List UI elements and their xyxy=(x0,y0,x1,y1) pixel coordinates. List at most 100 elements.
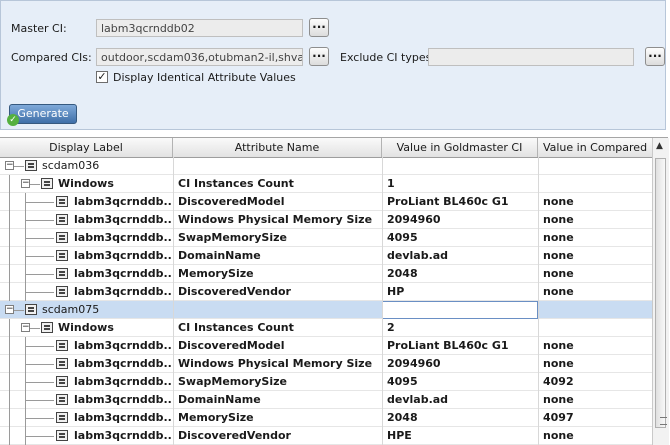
table-row[interactable]: labm3qcrnddb... Windows Physical Memory S… xyxy=(0,355,652,373)
tree-cell: labm3qcrnddb... xyxy=(0,373,173,391)
display-label: labm3qcrnddb... xyxy=(74,375,173,388)
display-label: Windows xyxy=(58,321,114,334)
goldmaster-value-cell: 2048 xyxy=(387,411,418,424)
attribute-name-cell: Windows Physical Memory Size xyxy=(178,213,373,226)
compared-value-cell: 4097 xyxy=(543,411,574,424)
attribute-name-cell: MemorySize xyxy=(178,267,254,280)
tree-cell: − scdam036 xyxy=(0,157,173,175)
ci-node-icon xyxy=(56,394,68,405)
tree-cell: labm3qcrnddb... xyxy=(0,391,173,409)
exclude-ci-types-label: Exclude CI types: xyxy=(340,51,436,64)
collapse-icon[interactable]: − xyxy=(21,179,30,188)
attribute-name-cell: DiscoveredModel xyxy=(178,339,285,352)
goldmaster-value-cell: devlab.ad xyxy=(387,393,449,406)
table-row[interactable]: labm3qcrnddb... DiscoveredModel ProLiant B… xyxy=(0,193,652,211)
compared-value-cell xyxy=(538,319,652,337)
goldmaster-value-cell: 4095 xyxy=(387,375,418,388)
goldmaster-value-cell xyxy=(382,157,538,175)
table-row[interactable]: labm3qcrnddb... MemorySize 2048 none xyxy=(0,265,652,283)
ci-node-icon xyxy=(56,268,68,279)
comparison-table: Display Label Attribute Name Value in Go… xyxy=(0,137,669,445)
display-identical-checkbox[interactable]: ✓ xyxy=(96,71,108,83)
goldmaster-value-cell: 2048 xyxy=(387,267,418,280)
generate-button[interactable]: Generate xyxy=(9,104,77,124)
display-identical-label: Display Identical Attribute Values xyxy=(113,71,296,84)
collapse-icon[interactable]: − xyxy=(5,161,14,170)
display-label: labm3qcrnddb... xyxy=(74,231,173,244)
ci-node-icon xyxy=(41,322,53,333)
computer-icon xyxy=(25,160,37,171)
master-ci-browse-button[interactable]: ... xyxy=(309,18,329,37)
display-label: labm3qcrnddb... xyxy=(74,393,173,406)
collapse-icon[interactable]: − xyxy=(5,305,14,314)
attribute-name-cell: DiscoveredVendor xyxy=(178,429,291,442)
table-row[interactable]: labm3qcrnddb... DiscoveredVendor HPE none xyxy=(0,427,652,445)
display-label: labm3qcrnddb... xyxy=(74,267,173,280)
compared-value-cell: none xyxy=(543,249,574,262)
compared-value-cell: none xyxy=(543,393,574,406)
check-icon: ✓ xyxy=(7,114,19,126)
tree-cell: labm3qcrnddb... xyxy=(0,337,173,355)
display-label: labm3qcrnddb... xyxy=(74,285,173,298)
attribute-name-cell: SwapMemorySize xyxy=(178,231,287,244)
column-header-goldmaster-value[interactable]: Value in Goldmaster CI xyxy=(382,138,538,157)
display-label: labm3qcrnddb... xyxy=(74,411,173,424)
tree-cell: labm3qcrnddb... xyxy=(0,247,173,265)
table-row[interactable]: − Windows CI Instances Count 2 xyxy=(0,319,652,337)
compared-value-cell: none xyxy=(543,285,574,298)
ci-node-icon xyxy=(56,286,68,297)
compared-value-cell: none xyxy=(543,357,574,370)
collapse-icon[interactable]: − xyxy=(21,323,30,332)
table-row[interactable]: labm3qcrnddb... SwapMemorySize 4095 none xyxy=(0,229,652,247)
tree-cell: labm3qcrnddb... xyxy=(0,265,173,283)
table-row[interactable]: labm3qcrnddb... DiscoveredVendor HP none xyxy=(0,283,652,301)
exclude-ci-types-field[interactable] xyxy=(428,48,634,66)
table-row[interactable]: − Windows CI Instances Count 1 xyxy=(0,175,652,193)
cell-editor[interactable] xyxy=(382,301,538,319)
master-ci-label: Master CI: xyxy=(11,22,67,35)
display-label: labm3qcrnddb... xyxy=(74,357,173,370)
tree-cell: − scdam075 xyxy=(0,301,173,319)
table-row[interactable]: labm3qcrnddb... MemorySize 2048 4097 xyxy=(0,409,652,427)
vertical-scrollbar[interactable]: ▲ xyxy=(652,138,669,445)
ci-node-icon xyxy=(56,358,68,369)
table-row[interactable]: labm3qcrnddb... DomainName devlab.ad none xyxy=(0,391,652,409)
attribute-name-cell: MemorySize xyxy=(178,411,254,424)
attribute-name-cell: DomainName xyxy=(178,393,261,406)
attribute-name-cell: DiscoveredModel xyxy=(178,195,285,208)
ci-node-icon xyxy=(56,430,68,441)
compared-cis-field[interactable]: outdoor,scdam036,otubman2-il,shvartsg0 xyxy=(96,48,303,66)
column-header-compared-value[interactable]: Value in Compared xyxy=(538,138,652,157)
master-ci-field[interactable]: labm3qcrnddb02 xyxy=(96,19,303,37)
display-label: scdam036 xyxy=(42,159,100,172)
tree-cell: labm3qcrnddb... xyxy=(0,229,173,247)
column-header-display-label[interactable]: Display Label xyxy=(0,138,173,157)
ci-node-icon xyxy=(56,232,68,243)
grip-icon xyxy=(660,417,667,425)
ci-node-icon xyxy=(56,214,68,225)
ci-node-icon xyxy=(56,250,68,261)
table-row[interactable]: − scdam036 xyxy=(0,157,652,175)
tree-cell: labm3qcrnddb... xyxy=(0,283,173,301)
compared-value-cell xyxy=(538,175,652,193)
table-row[interactable]: − scdam075 xyxy=(0,301,652,319)
exclude-ci-types-browse-button[interactable]: ... xyxy=(645,47,665,66)
column-header-attribute-name[interactable]: Attribute Name xyxy=(173,138,382,157)
tree-cell: − Windows xyxy=(0,319,173,337)
table-row[interactable]: labm3qcrnddb... SwapMemorySize 4095 4092 xyxy=(0,373,652,391)
goldmaster-value-cell: devlab.ad xyxy=(387,249,449,262)
goldmaster-value-cell: ProLiant BL460c G1 xyxy=(387,195,509,208)
compared-cis-label: Compared CIs: xyxy=(11,51,92,64)
scrollbar-thumb[interactable] xyxy=(655,158,667,428)
table-row[interactable]: labm3qcrnddb... DomainName devlab.ad none xyxy=(0,247,652,265)
display-label: scdam075 xyxy=(42,303,100,316)
tree-cell: labm3qcrnddb... xyxy=(0,193,173,211)
tree-cell: labm3qcrnddb... xyxy=(0,355,173,373)
scroll-up-icon[interactable]: ▲ xyxy=(656,141,663,151)
compared-value-cell: none xyxy=(543,429,574,442)
compared-cis-browse-button[interactable]: ... xyxy=(309,47,329,66)
table-row[interactable]: labm3qcrnddb... Windows Physical Memory S… xyxy=(0,211,652,229)
ci-node-icon xyxy=(41,178,53,189)
table-row[interactable]: labm3qcrnddb... DiscoveredModel ProLiant B… xyxy=(0,337,652,355)
goldmaster-value-cell: 2 xyxy=(387,321,395,334)
